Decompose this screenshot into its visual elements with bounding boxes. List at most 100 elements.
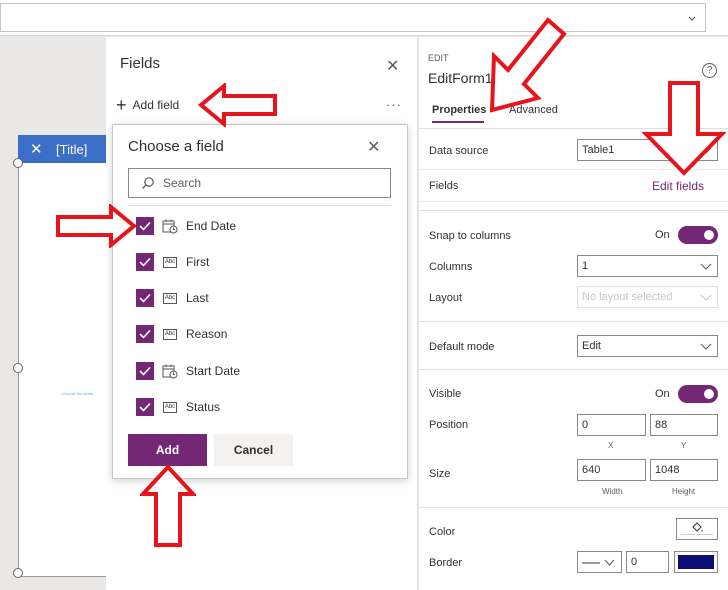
tab-properties[interactable]: Properties [432,104,486,116]
chevron-down-icon[interactable] [687,13,697,23]
search-placeholder: Search [163,176,202,190]
columns-dropdown[interactable]: 1 [577,255,718,277]
edit-form-control[interactable] [18,135,118,577]
annotation-arrow [140,464,196,547]
snap-to-columns-label: Snap to columns [429,230,511,242]
annotation-arrow [56,204,137,248]
text-icon: Abc [162,400,178,414]
position-x-input[interactable]: 0 [577,414,646,436]
resize-handle[interactable] [13,568,23,578]
border-color-picker[interactable] [674,551,718,573]
checkbox-checked[interactable] [136,217,154,235]
checkbox-checked[interactable] [136,325,154,343]
border-style-dropdown[interactable] [577,551,622,573]
edit-fields-link[interactable]: Edit fields [652,179,704,193]
field-row-end-date[interactable]: End Date [136,216,236,236]
data-source-label: Data source [429,145,489,157]
choose-field-title: Choose a field [128,138,224,155]
fields-label: Fields [429,180,459,192]
position-y-input[interactable]: 88 [650,414,718,436]
size-label: Size [429,468,451,480]
add-field-label: Add field [132,98,180,112]
visible-toggle-group[interactable]: On [655,385,718,403]
layout-label: Layout [429,292,463,304]
field-row-start-date[interactable]: Start Date [136,361,240,381]
border-label: Border [429,557,463,569]
date-icon [162,364,178,378]
field-row-reason[interactable]: Abc Reason [136,324,227,344]
field-label: End Date [186,219,237,233]
help-icon[interactable]: ? [702,63,717,78]
form-header[interactable]: ✕ [Title] [18,135,118,163]
checkbox-checked[interactable] [136,253,154,271]
layout-value: No layout selected [582,291,673,303]
search-icon [141,176,155,190]
form-hint-text: Choose the fields [62,391,93,396]
columns-label: Columns [429,261,473,273]
height-label: Height [672,487,696,496]
annotation-arrow [642,81,726,176]
divider [128,205,391,206]
edit-label: EDIT [428,53,449,63]
height-input[interactable]: 1048 [650,459,718,481]
chevron-down-icon [700,292,712,302]
default-mode-value: Edit [582,340,601,352]
field-label: Start Date [186,364,241,378]
divider [419,321,728,322]
close-icon[interactable]: ✕ [367,137,380,157]
field-label: Last [186,291,209,305]
field-row-first[interactable]: Abc First [136,252,209,272]
field-label: Reason [186,327,228,341]
x-label: X [608,441,614,450]
snap-toggle[interactable] [677,226,718,244]
add-button[interactable]: Add [128,434,207,466]
chevron-down-icon [700,341,712,351]
width-input[interactable]: 640 [577,459,646,481]
close-icon: ✕ [30,141,43,158]
checkbox-checked[interactable] [136,362,154,380]
fields-pane-title: Fields [120,55,161,72]
default-mode-label: Default mode [429,341,495,353]
checkbox-checked[interactable] [136,289,154,307]
resize-handle[interactable] [13,158,23,168]
divider [419,369,728,370]
formula-input[interactable] [0,3,706,32]
visible-label: Visible [429,388,462,400]
color-picker-button[interactable] [676,518,718,540]
control-name[interactable]: EditForm1 [428,70,493,86]
field-row-status[interactable]: Abc Status [136,397,220,417]
border-width-input[interactable]: 0 [626,551,669,573]
search-input[interactable]: Search [128,168,391,198]
text-icon: Abc [162,255,178,269]
field-label: Status [186,400,221,414]
y-label: Y [681,441,687,450]
text-icon: Abc [162,291,178,305]
snap-value: On [655,229,670,241]
chevron-down-icon [700,261,712,271]
default-mode-dropdown[interactable]: Edit [577,335,718,357]
checkbox-checked[interactable] [136,398,154,416]
position-label: Position [429,419,469,431]
annotation-arrow [489,17,567,113]
divider [419,210,728,211]
snap-toggle-group[interactable]: On [655,226,718,244]
layout-dropdown[interactable]: No layout selected [577,286,718,308]
field-label: First [186,255,210,269]
width-label: Width [602,487,623,496]
paint-bucket-icon [690,521,704,534]
add-field-button[interactable]: + Add field [116,95,179,115]
color-label: Color [429,526,456,538]
divider [419,507,728,508]
close-icon[interactable]: ✕ [386,56,399,76]
annotation-arrow [198,83,277,127]
cancel-button[interactable]: Cancel [214,434,293,466]
formula-bar-area [0,0,728,36]
visible-toggle[interactable] [677,385,718,403]
columns-value: 1 [582,260,589,272]
data-source-value: Table1 [582,144,615,156]
active-tab-indicator [432,121,484,123]
more-icon[interactable]: ··· [386,97,402,112]
resize-handle[interactable] [13,363,23,373]
field-row-last[interactable]: Abc Last [136,288,209,308]
text-icon: Abc [162,327,178,341]
